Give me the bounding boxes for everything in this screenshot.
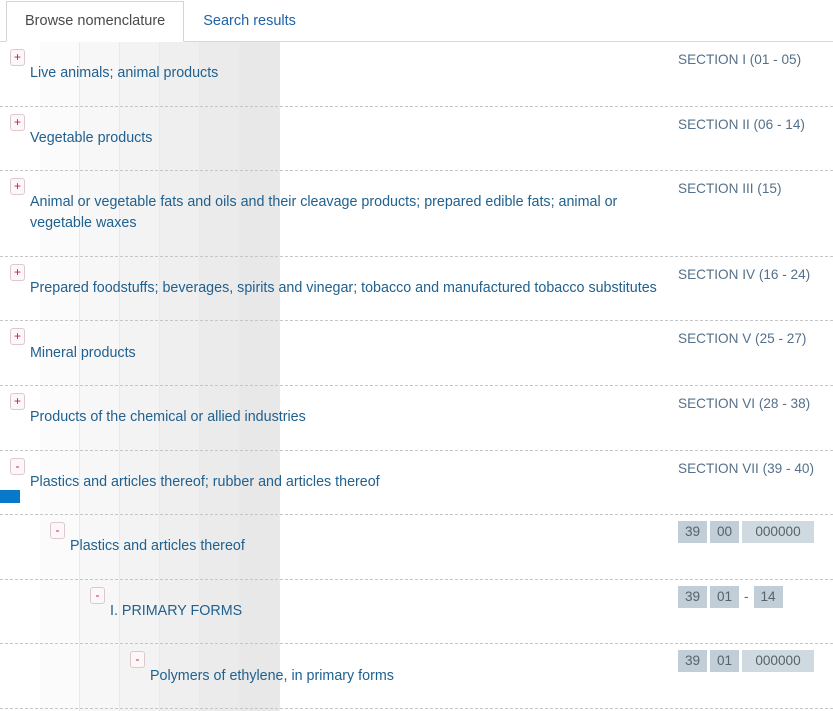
- tree-row-code-cell: SECTION VI (28 - 38): [678, 386, 833, 420]
- left-edge-marker: [0, 490, 20, 503]
- tree-rows: + Live animals; animal products SECTION I …: [0, 42, 833, 711]
- tree-row-code-cell: SECTION I (01 - 05): [678, 42, 833, 76]
- code-cell: 00: [710, 521, 739, 544]
- collapse-icon[interactable]: -: [50, 522, 65, 540]
- tree-row-label-cell: + Animal or vegetable fats and oils and t…: [0, 171, 678, 256]
- tree-row-text[interactable]: Vegetable products: [30, 114, 152, 164]
- section-label: SECTION V (25 - 27): [678, 331, 807, 347]
- tree-row-text[interactable]: Plastics and articles thereof: [70, 522, 245, 572]
- tree-row[interactable]: + Products of the chemical or allied indu…: [0, 386, 833, 451]
- collapse-icon[interactable]: -: [10, 457, 25, 475]
- expand-icon[interactable]: +: [10, 49, 25, 66]
- code-cell: 14: [753, 585, 783, 608]
- tree-row-title: Animal or vegetable fats and oils and th…: [30, 194, 618, 232]
- tree-row-code-cell: SECTION II (06 - 14): [678, 107, 833, 141]
- tree-row[interactable]: - Plastics and articles thereof 39 00 000000: [0, 515, 833, 580]
- tree-row[interactable]: + Animal or vegetable fats and oils and t…: [0, 171, 833, 257]
- section-label: SECTION VI (28 - 38): [678, 395, 811, 411]
- tree-row-title: Polymers of ethylene, in primary forms: [150, 667, 394, 684]
- collapse-icon[interactable]: -: [130, 651, 145, 669]
- tree-row-code-cell: SECTION IV (16 - 24): [678, 257, 833, 291]
- tree-row[interactable]: + Prepared foodstuffs; beverages, spirits…: [0, 257, 833, 322]
- tree-row-label-cell: + Vegetable products: [0, 107, 678, 171]
- tree-row[interactable]: - Plastics and articles thereof; rubber a…: [0, 451, 833, 516]
- section-label: SECTION III (15): [678, 181, 782, 197]
- tab-label: Search results: [203, 13, 296, 30]
- tree-row-text[interactable]: Products of the chemical or allied indus…: [30, 393, 306, 443]
- tree-row-title: Plastics and articles thereof: [70, 538, 245, 555]
- tree-row-text[interactable]: Mineral products: [30, 328, 136, 378]
- tree-row-title: Plastics and articles thereof; rubber an…: [30, 473, 380, 490]
- code-cell: 39: [678, 585, 707, 608]
- tree-row-label-cell: + Products of the chemical or allied indu…: [0, 386, 678, 450]
- tree-row-code-cell: 39 00 000000: [678, 515, 833, 549]
- tree-row-code-cell: 39 01 000000: [678, 644, 833, 678]
- tree-row-label-cell: - Plastics and articles thereof; rubber a…: [0, 451, 678, 515]
- tree-row-text[interactable]: Animal or vegetable fats and oils and th…: [30, 178, 672, 249]
- tab-search-results[interactable]: Search results: [184, 1, 315, 41]
- tree-row-label-cell: + Prepared foodstuffs; beverages, spirits…: [0, 257, 678, 321]
- expand-icon[interactable]: +: [10, 328, 25, 346]
- tree-row[interactable]: + Vegetable products SECTION II (06 - 14): [0, 107, 833, 172]
- tree-row-text[interactable]: Polymers of ethylene, in primary forms: [150, 651, 394, 701]
- tab-browse-nomenclature[interactable]: Browse nomenclature: [6, 1, 185, 42]
- tree-row[interactable]: + Live animals; animal products SECTION I …: [0, 42, 833, 107]
- tree-row-text[interactable]: Plastics and articles thereof; rubber an…: [30, 458, 380, 508]
- tree-row-text[interactable]: Live animals; animal products: [30, 49, 218, 99]
- tree-row-label-cell: + Live animals; animal products: [0, 42, 678, 106]
- tree-row-title: I. PRIMARY FORMS: [110, 603, 243, 620]
- code-cell: 39: [678, 650, 707, 673]
- tree-row[interactable]: - Polymers of ethylene, in primary forms 3…: [0, 644, 833, 709]
- expand-icon[interactable]: +: [10, 392, 25, 410]
- tab-bar: Browse nomenclature Search results: [0, 0, 833, 42]
- tree-row-title: Prepared foodstuffs; beverages, spirits …: [30, 280, 657, 297]
- tree-row-label-cell: + Mineral products: [0, 321, 678, 385]
- code-cell: 01: [710, 650, 739, 673]
- section-label: SECTION I (01 - 05): [678, 52, 802, 67]
- nomenclature-tree: + Live animals; animal products SECTION I …: [0, 42, 833, 711]
- tree-row-code-cell: SECTION III (15): [678, 171, 833, 205]
- tree-row-title: Live animals; animal products: [30, 65, 219, 82]
- collapse-icon[interactable]: -: [90, 586, 105, 604]
- code-range-dash: -: [744, 588, 749, 604]
- tree-row-title: Vegetable products: [30, 129, 153, 146]
- code-cell: 000000: [742, 650, 814, 673]
- code-cell: 01: [710, 585, 739, 608]
- tree-row-text[interactable]: I. PRIMARY FORMS: [110, 587, 242, 637]
- expand-icon[interactable]: +: [10, 178, 25, 196]
- expand-icon[interactable]: +: [10, 263, 25, 281]
- section-label: SECTION II (06 - 14): [678, 116, 805, 132]
- tree-row-label-cell: - Polymers of ethylene, in primary forms: [0, 644, 678, 708]
- tree-row-label-cell: - I. PRIMARY FORMS: [0, 580, 678, 644]
- tab-label: Browse nomenclature: [25, 13, 166, 30]
- code-cell: 39: [678, 521, 707, 544]
- expand-icon[interactable]: +: [10, 113, 25, 131]
- tree-row-code-cell: SECTION VII (39 - 40): [678, 451, 833, 485]
- tree-row-label-cell: - Plastics and articles thereof: [0, 515, 678, 579]
- section-label: SECTION IV (16 - 24): [678, 266, 811, 282]
- section-label: SECTION VII (39 - 40): [678, 460, 814, 476]
- code-cell: 000000: [742, 521, 814, 544]
- tree-row-title: Products of the chemical or allied indus…: [30, 409, 306, 426]
- tree-row[interactable]: + Mineral products SECTION V (25 - 27): [0, 321, 833, 386]
- tree-row-title: Mineral products: [30, 344, 136, 361]
- tree-row-code-cell: 39 01-14: [678, 580, 833, 614]
- tree-row-text[interactable]: Prepared foodstuffs; beverages, spirits …: [30, 264, 657, 314]
- tree-row[interactable]: - I. PRIMARY FORMS 39 01-14: [0, 580, 833, 645]
- tree-row-code-cell: SECTION V (25 - 27): [678, 321, 833, 355]
